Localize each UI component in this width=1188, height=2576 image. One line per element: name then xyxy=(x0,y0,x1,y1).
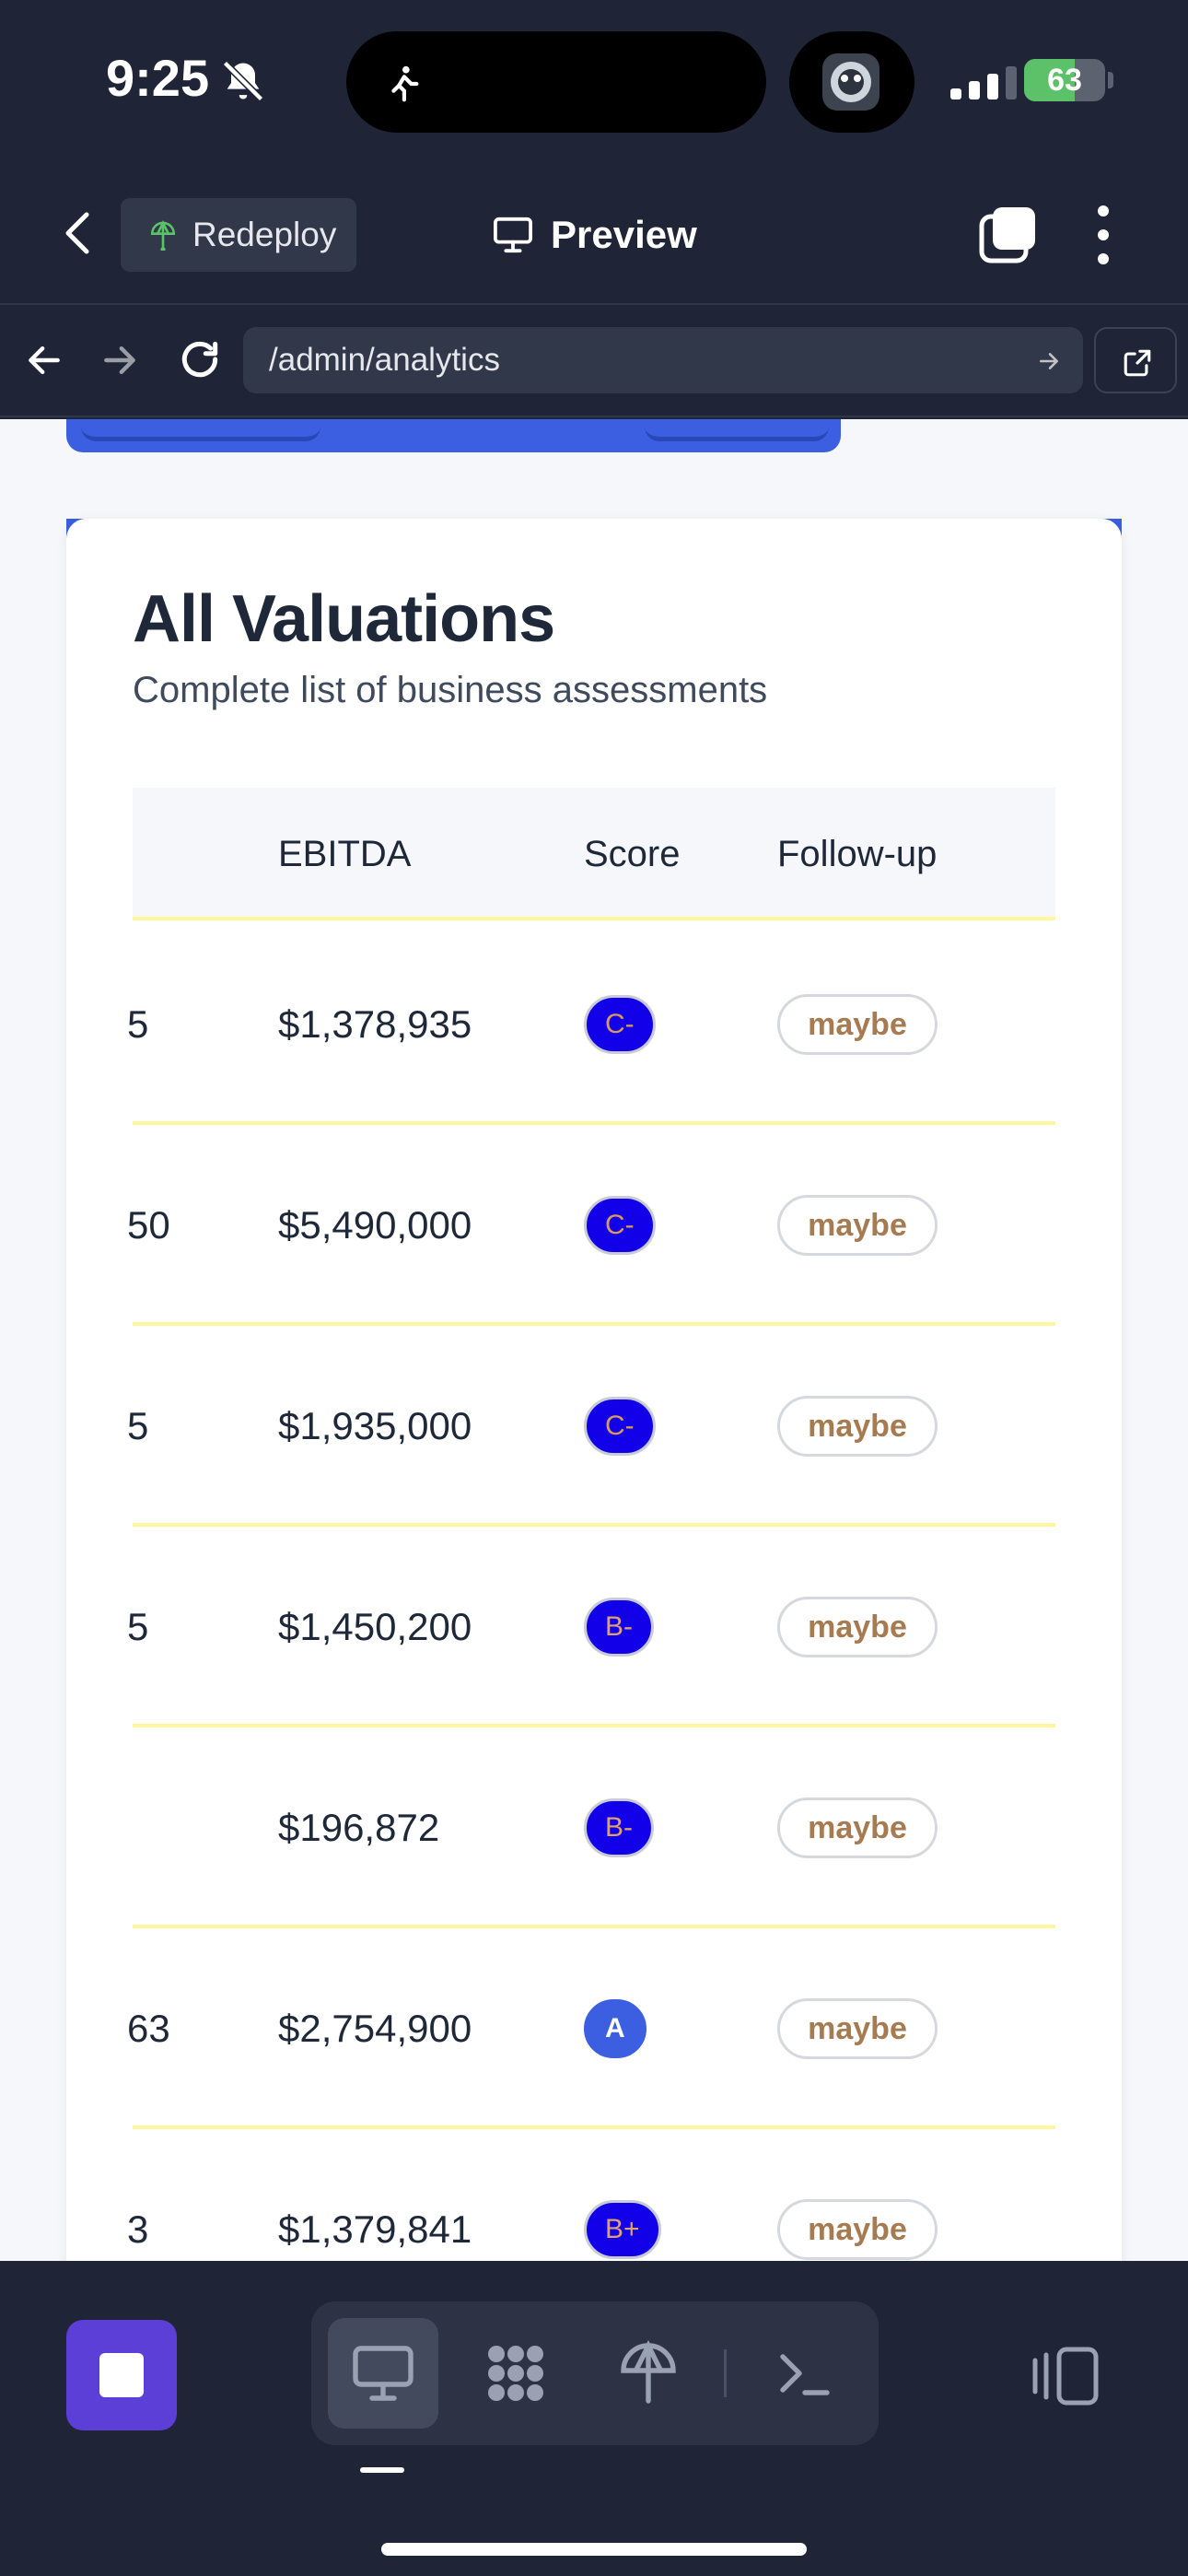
apps-grid-icon xyxy=(488,2346,543,2401)
monitor-icon xyxy=(494,217,532,253)
score-badge: C- xyxy=(584,1196,656,1255)
battery-level: 63 xyxy=(1047,62,1082,98)
walking-icon xyxy=(391,65,419,102)
table-row[interactable]: 50 $5,490,000 C- maybe xyxy=(127,1125,1055,1326)
redeploy-icon xyxy=(150,219,176,251)
signal-icon xyxy=(950,66,1017,100)
panel-toggle-icon[interactable] xyxy=(1030,2344,1101,2408)
cell-ebitda: $1,935,000 xyxy=(278,1404,472,1447)
url-text: /admin/analytics xyxy=(269,342,500,378)
cell-truncated: 50 xyxy=(127,1203,170,1247)
status-time: 9:25 xyxy=(106,49,210,107)
followup-badge[interactable]: maybe xyxy=(777,994,938,1055)
tab-terminal[interactable] xyxy=(750,2318,860,2429)
table-row[interactable]: 5 $1,378,935 C- maybe xyxy=(127,924,1055,1125)
tab-apps[interactable] xyxy=(460,2318,571,2429)
cell-ebitda: $2,754,900 xyxy=(278,2007,472,2050)
browser-bar: /admin/analytics xyxy=(0,307,1188,417)
score-badge: C- xyxy=(584,995,656,1054)
app-avatar-icon xyxy=(822,53,879,111)
table-row[interactable]: 3 $1,379,841 B+ maybe xyxy=(127,2129,1055,2261)
cell-ebitda: $196,872 xyxy=(278,1806,440,1849)
arrow-left-icon[interactable] xyxy=(24,340,64,381)
arrow-right-icon[interactable] xyxy=(99,340,140,381)
cell-truncated: 5 xyxy=(127,1404,149,1447)
active-tab-indicator xyxy=(360,2467,404,2473)
table-header: EBITDA Score Follow-up xyxy=(133,788,1055,920)
previous-button-edge xyxy=(81,419,320,441)
view-switcher xyxy=(311,2301,879,2445)
tab-deploy[interactable] xyxy=(593,2318,704,2429)
followup-badge[interactable]: maybe xyxy=(777,1797,938,1858)
followup-badge[interactable]: maybe xyxy=(777,1597,938,1657)
terminal-icon xyxy=(780,2354,830,2395)
followup-badge[interactable]: maybe xyxy=(777,1195,938,1256)
previous-button-edge xyxy=(645,419,829,441)
card-title: All Valuations xyxy=(133,582,555,656)
cell-ebitda: $5,490,000 xyxy=(278,1203,472,1247)
more-vertical-icon[interactable] xyxy=(1087,202,1120,268)
column-header-followup: Follow-up xyxy=(777,834,938,874)
cell-truncated: 3 xyxy=(127,2207,149,2251)
external-link-icon xyxy=(1124,349,1151,377)
page-viewport: All Valuations Complete list of business… xyxy=(0,419,1188,2261)
table-row[interactable]: 5 $1,450,200 B- maybe xyxy=(127,1527,1055,1727)
column-header-score: Score xyxy=(584,834,681,874)
tab-preview[interactable] xyxy=(328,2318,438,2429)
battery-icon: 63 xyxy=(1024,59,1105,101)
live-activity xyxy=(789,31,914,133)
cell-ebitda: $1,378,935 xyxy=(278,1002,472,1046)
score-badge: B- xyxy=(584,1598,654,1657)
dynamic-island xyxy=(346,31,766,133)
previous-card-footer xyxy=(66,419,841,452)
card-subtitle: Complete list of business assessments xyxy=(133,670,768,710)
redeploy-icon xyxy=(621,2340,676,2404)
cell-truncated: 63 xyxy=(127,2007,170,2050)
go-arrow-icon[interactable] xyxy=(1037,349,1061,373)
battery-tip xyxy=(1108,72,1113,88)
followup-badge[interactable]: maybe xyxy=(777,1396,938,1457)
table-row[interactable]: $196,872 B- maybe xyxy=(133,1727,1055,1928)
cell-truncated: 5 xyxy=(127,1002,149,1046)
table-row[interactable]: 5 $1,935,000 C- maybe xyxy=(127,1326,1055,1527)
app-header: Redeploy Preview xyxy=(0,161,1188,305)
preview-title: Preview xyxy=(492,205,697,264)
open-external-button[interactable] xyxy=(1094,327,1177,393)
cell-truncated: 5 xyxy=(127,1605,149,1648)
score-badge: B+ xyxy=(584,2200,661,2259)
score-badge: C- xyxy=(584,1397,656,1456)
column-header-ebitda: EBITDA xyxy=(278,834,412,874)
bottom-toolbar xyxy=(0,2261,1188,2576)
reload-icon[interactable] xyxy=(177,336,223,382)
score-badge: A xyxy=(584,1999,646,2058)
followup-badge[interactable]: maybe xyxy=(777,2199,938,2260)
redeploy-label: Redeploy xyxy=(192,216,337,253)
score-badge: B- xyxy=(584,1798,654,1857)
url-input[interactable]: /admin/analytics xyxy=(243,327,1083,393)
followup-badge[interactable]: maybe xyxy=(777,1998,938,2059)
toolbar-separator xyxy=(724,2349,727,2397)
bell-slash-icon xyxy=(222,60,264,102)
redeploy-button[interactable]: Redeploy xyxy=(121,198,356,272)
stop-button[interactable] xyxy=(66,2320,177,2430)
tabs-icon[interactable] xyxy=(978,204,1039,264)
cell-ebitda: $1,450,200 xyxy=(278,1605,472,1648)
stop-icon xyxy=(99,2353,144,2397)
preview-label: Preview xyxy=(551,213,697,256)
table-row[interactable]: 63 $2,754,900 A maybe xyxy=(127,1928,1055,2129)
home-indicator xyxy=(381,2543,807,2556)
status-bar: 9:25 63 xyxy=(0,0,1188,161)
monitor-icon xyxy=(353,2346,413,2401)
cell-ebitda: $1,379,841 xyxy=(278,2207,472,2251)
chevron-left-icon[interactable] xyxy=(55,207,101,259)
valuations-card: All Valuations Complete list of business… xyxy=(66,519,1122,2261)
